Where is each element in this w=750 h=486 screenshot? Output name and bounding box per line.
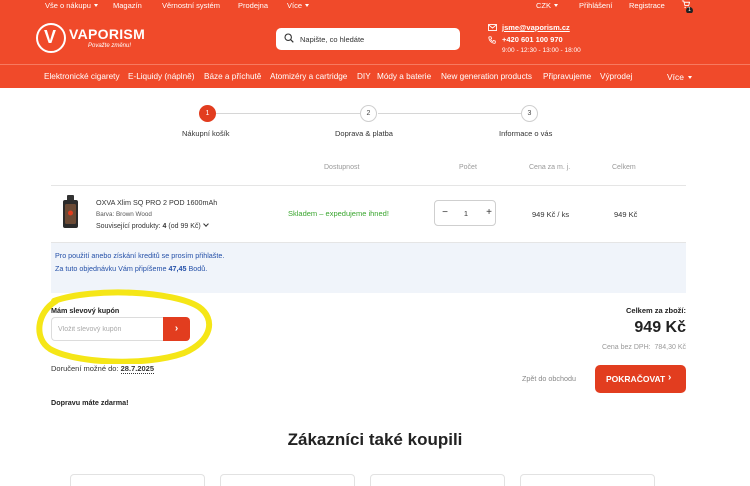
topbar-item-shopping-info[interactable]: Vše o nákupu [45,1,98,10]
step-2-circle[interactable]: 2 [360,105,377,122]
logo-letter: V [44,27,57,47]
continue-button[interactable]: POKRAČOVAT › [595,365,686,393]
product-name[interactable]: OXVA Xlim SQ PRO 2 POD 1600mAh [96,198,217,207]
header: V VAPORISM Považte změnu! jsme@vaporism.… [0,13,750,64]
no-vat-value: 784,30 Kč [654,344,686,351]
email-link[interactable]: jsme@vaporism.cz [502,23,570,32]
chevron-down-icon [688,76,693,79]
related-products[interactable]: Související produkty: 4 (od 99 Kč) [96,221,209,230]
chevron-down-icon [202,221,209,227]
table-divider [51,185,686,186]
cart-button[interactable]: 1 [681,0,693,14]
category-nav: Elektronické cigarety E-Liquidy (náplně)… [0,64,750,88]
logo-tagline: Považte změnu! [88,43,132,49]
step-1-label[interactable]: Nákupní košík [182,129,230,138]
more-label: Více [667,72,685,82]
product-card[interactable] [520,474,655,486]
delivery-label: Doručení možné do: [51,364,119,373]
product-card[interactable] [70,474,205,486]
delivery-date: Doručení možné do: 28.7.2025 [51,364,155,374]
category-mods-batteries[interactable]: Módy a baterie [377,72,431,81]
topbar-item-label: Vše o nákupu [45,1,91,10]
chevron-down-icon [554,4,558,7]
category-diy[interactable]: DIY [357,72,371,81]
logo-name: VAPORISM [69,26,146,42]
increase-button[interactable]: + [482,206,496,220]
currency-select[interactable]: CZK [536,1,558,10]
header-unit-price: Cena za m. j. [529,164,571,171]
register-link[interactable]: Registrace [629,1,665,10]
topbar-item-store[interactable]: Prodejna [238,1,268,10]
header-count: Počet [459,164,477,171]
step-2-label[interactable]: Doprava & platba [335,129,393,138]
stock-status: Skladem – expedujeme ihned! [288,209,389,218]
total-label: Celkem za zboží: [625,306,686,315]
category-new-generation[interactable]: New generation products [441,72,532,81]
chevron-down-icon [305,4,310,7]
header-availability: Dostupnost [324,164,360,171]
phone-icon [488,36,496,44]
total-value: 949 Kč [634,319,686,336]
highlight-annotation [36,289,212,364]
topbar-item-magazine[interactable]: Magazín [113,1,142,10]
decrease-button[interactable]: − [438,206,452,220]
credits-info: Pro použití anebo získání kreditů se pro… [51,243,686,293]
quantity-stepper: − 1 + [434,200,496,226]
related-label: Související produkty: [96,223,161,230]
product-color: Barva: Brown Wood [96,211,152,218]
header-total: Celkem [612,164,636,171]
points-info: Za tuto objednávku Vám připíšeme 47,45 B… [55,264,207,273]
points-unit: Bodů. [188,264,208,273]
points-text: Za tuto objednávku Vám připíšeme [55,264,167,273]
chevron-down-icon [93,4,98,7]
quantity-value[interactable]: 1 [457,209,475,218]
phone-link[interactable]: +420 601 100 970 [502,35,563,44]
topbar-item-more[interactable]: Více [287,1,310,10]
total-without-vat: Cena bez DPH: 784,30 Kč [602,344,686,351]
categories-more[interactable]: Více [667,72,693,82]
back-to-shop-link[interactable]: Zpět do obchodu [522,374,576,383]
search-box [276,28,460,50]
unit-price: 949 Kč / ks [532,210,570,219]
mail-icon [488,24,497,31]
category-bases-flavors[interactable]: Báze a příchutě [204,72,261,81]
product-card[interactable] [220,474,355,486]
top-bar: Vše o nákupu Magazín Věrnostní systém Pr… [0,0,750,14]
related-price: (od 99 Kč) [168,223,201,230]
category-e-liquids[interactable]: E-Liquidy (náplně) [128,72,194,81]
related-count: 4 [162,223,167,230]
search-icon[interactable] [284,33,294,43]
product-card[interactable] [370,474,505,486]
chevron-right-icon: › [668,372,672,383]
continue-label: POKRAČOVAT [606,374,666,384]
currency-label: CZK [536,1,551,10]
topbar-item-loyalty[interactable]: Věrnostní systém [162,1,220,10]
points-value: 47,45 [168,264,187,273]
logo-mark: V [36,23,66,53]
delivery-date-value: 28.7.2025 [120,364,155,374]
also-bought-heading: Zákazníci také koupili [287,430,463,449]
step-3-label[interactable]: Informace o vás [499,129,552,138]
opening-hours: 9:00 - 12:30 - 13:00 - 18:00 [502,47,581,54]
category-atomizers[interactable]: Atomizéry a cartridge [270,72,347,81]
search-input[interactable] [300,32,450,46]
no-vat-label: Cena bez DPH: [601,344,651,351]
free-shipping: Dopravu máte zdarma! [51,398,129,407]
category-sale[interactable]: Výprodej [600,72,632,81]
login-credits-link[interactable]: Pro použití anebo získání kreditů se pro… [55,251,224,260]
step-3-circle[interactable]: 3 [521,105,538,122]
row-total: 949 Kč [614,210,638,219]
topbar-item-label: Více [287,1,303,10]
step-connector [215,113,361,114]
category-e-cigarettes[interactable]: Elektronické cigarety [44,72,120,81]
step-1-circle[interactable]: 1 [199,105,216,122]
login-link[interactable]: Přihlášení [579,1,612,10]
step-connector [378,113,522,114]
product-image[interactable] [60,195,82,229]
category-upcoming[interactable]: Připravujeme [543,72,591,81]
